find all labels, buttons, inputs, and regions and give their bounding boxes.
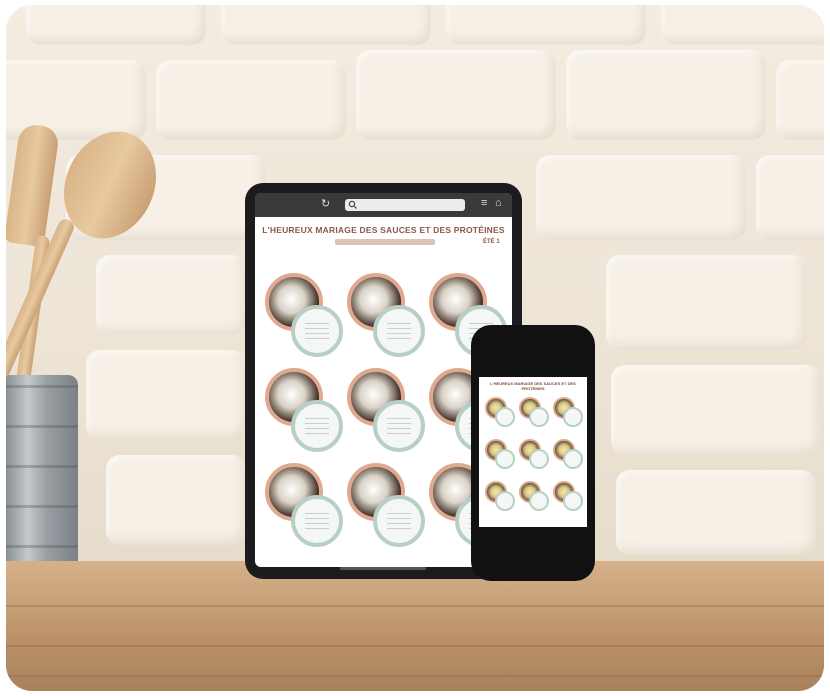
plate-circle [373,495,425,547]
search-icon [348,200,357,209]
brick [606,255,806,350]
brick [356,50,556,140]
phone-page-title: L'HEUREUX MARIAGE DES SAUCES ET DES PROT… [490,381,576,391]
home-indicator [340,567,426,570]
plate-circle [563,449,583,469]
brick [156,60,346,140]
tablet-subtitle-bar [335,239,435,245]
tablet-page-title: L'HEUREUX MARIAGE DES SAUCES ET DES PROT… [262,225,505,235]
brick [661,5,824,45]
plate-circle [529,491,549,511]
brick [106,455,246,545]
plate-circle [291,305,343,357]
brick [616,470,816,555]
brick [96,255,246,335]
plate-circle [373,305,425,357]
browser-toolbar: ↻ ≡ ⌂ [255,193,512,217]
plate-circle [373,400,425,452]
phone-device: L'HEUREUX MARIAGE DES SAUCES ET DES PROT… [471,325,595,581]
plate-circle [495,491,515,511]
brick [446,5,646,45]
plate-circle [529,407,549,427]
brick [566,50,766,140]
plate-circle [291,495,343,547]
plate-circle [563,491,583,511]
brick [26,5,206,45]
plate-circle [563,407,583,427]
brick [611,365,821,455]
brick [86,350,246,440]
address-bar[interactable] [345,199,465,211]
brick [536,155,746,240]
brick [221,5,431,45]
refresh-icon[interactable]: ↻ [321,197,330,210]
brick [756,155,824,240]
brick [776,60,824,140]
plate-circle [495,407,515,427]
plate-circle [495,449,515,469]
plate-circle [529,449,549,469]
menu-icon[interactable]: ≡ [481,197,487,209]
tablet-corner-label: ÉTÉ 1 [483,239,500,245]
home-icon[interactable]: ⌂ [495,197,502,209]
plate-circle [291,400,343,452]
phone-screen: L'HEUREUX MARIAGE DES SAUCES ET DES PROT… [479,377,587,527]
